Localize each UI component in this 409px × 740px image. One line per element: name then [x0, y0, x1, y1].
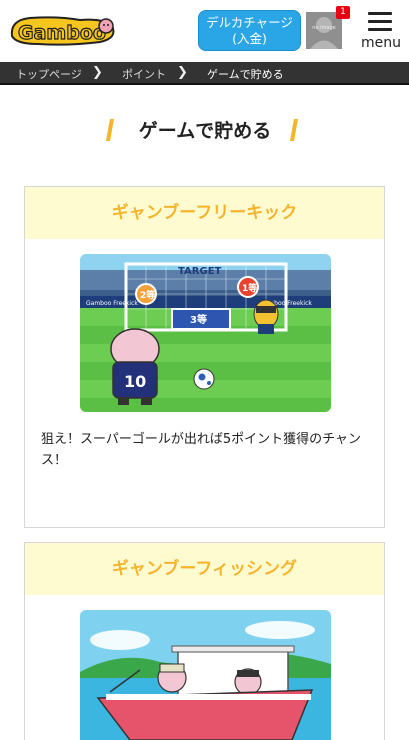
title-slash-icon [290, 119, 298, 141]
menu-label: menu [361, 35, 401, 51]
game-title[interactable]: ギャンブーフリーキック [25, 187, 384, 239]
fishing-game-image[interactable] [80, 610, 331, 740]
svg-text:3等: 3等 [190, 313, 207, 326]
avatar-no-image-label: no image [312, 25, 336, 31]
svg-text:TARGET: TARGET [178, 266, 222, 277]
deposit-charge-button[interactable]: デルカチャージ (入金) [198, 10, 301, 51]
breadcrumb-current: ゲームで貯める [207, 68, 284, 81]
breadcrumb-points[interactable]: ポイント [122, 66, 166, 82]
svg-text:Gamboo: Gamboo [18, 22, 106, 44]
site-header: Gamboo デルカチャージ (入金) no image 1 menu [0, 0, 409, 62]
notification-badge[interactable]: 1 [336, 6, 350, 19]
freekick-game-image[interactable]: Gamboo Freekick Gamboo Freekick TARGET 2… [80, 254, 331, 412]
game-description: 狙え！スーパーゴールが出れば5ポイント獲得のチャンス！ [41, 432, 362, 468]
svg-text:Gamboo Freekick: Gamboo Freekick [86, 300, 138, 307]
gamboo-logo[interactable]: Gamboo [8, 12, 120, 48]
svg-text:2等: 2等 [140, 289, 155, 301]
game-card-freekick[interactable]: ギャンブーフリーキック Gamboo Freekick Gamboo Freek… [24, 186, 385, 528]
chevron-right-icon: ❯ [92, 65, 103, 80]
breadcrumb-top[interactable]: トップページ [16, 66, 82, 82]
svg-text:10: 10 [124, 372, 146, 391]
hamburger-icon [368, 12, 392, 31]
charge-button-line1: デルカチャージ [206, 15, 293, 30]
game-title[interactable]: ギャンブーフィッシング [25, 543, 384, 595]
title-slash-icon [106, 119, 114, 141]
charge-button-line2: (入金) [232, 31, 267, 46]
page-title: ゲームで貯める [138, 120, 272, 142]
svg-text:1等: 1等 [242, 282, 257, 294]
section-heading: ゲームで貯める [0, 116, 409, 144]
breadcrumb: トップページ ❯ ポイント ❯ ゲームで貯める [0, 62, 409, 85]
hamburger-menu-button[interactable]: menu [358, 10, 404, 54]
chevron-right-icon: ❯ [177, 65, 188, 80]
game-card-fishing[interactable]: ギャンブーフィッシング [24, 542, 385, 740]
